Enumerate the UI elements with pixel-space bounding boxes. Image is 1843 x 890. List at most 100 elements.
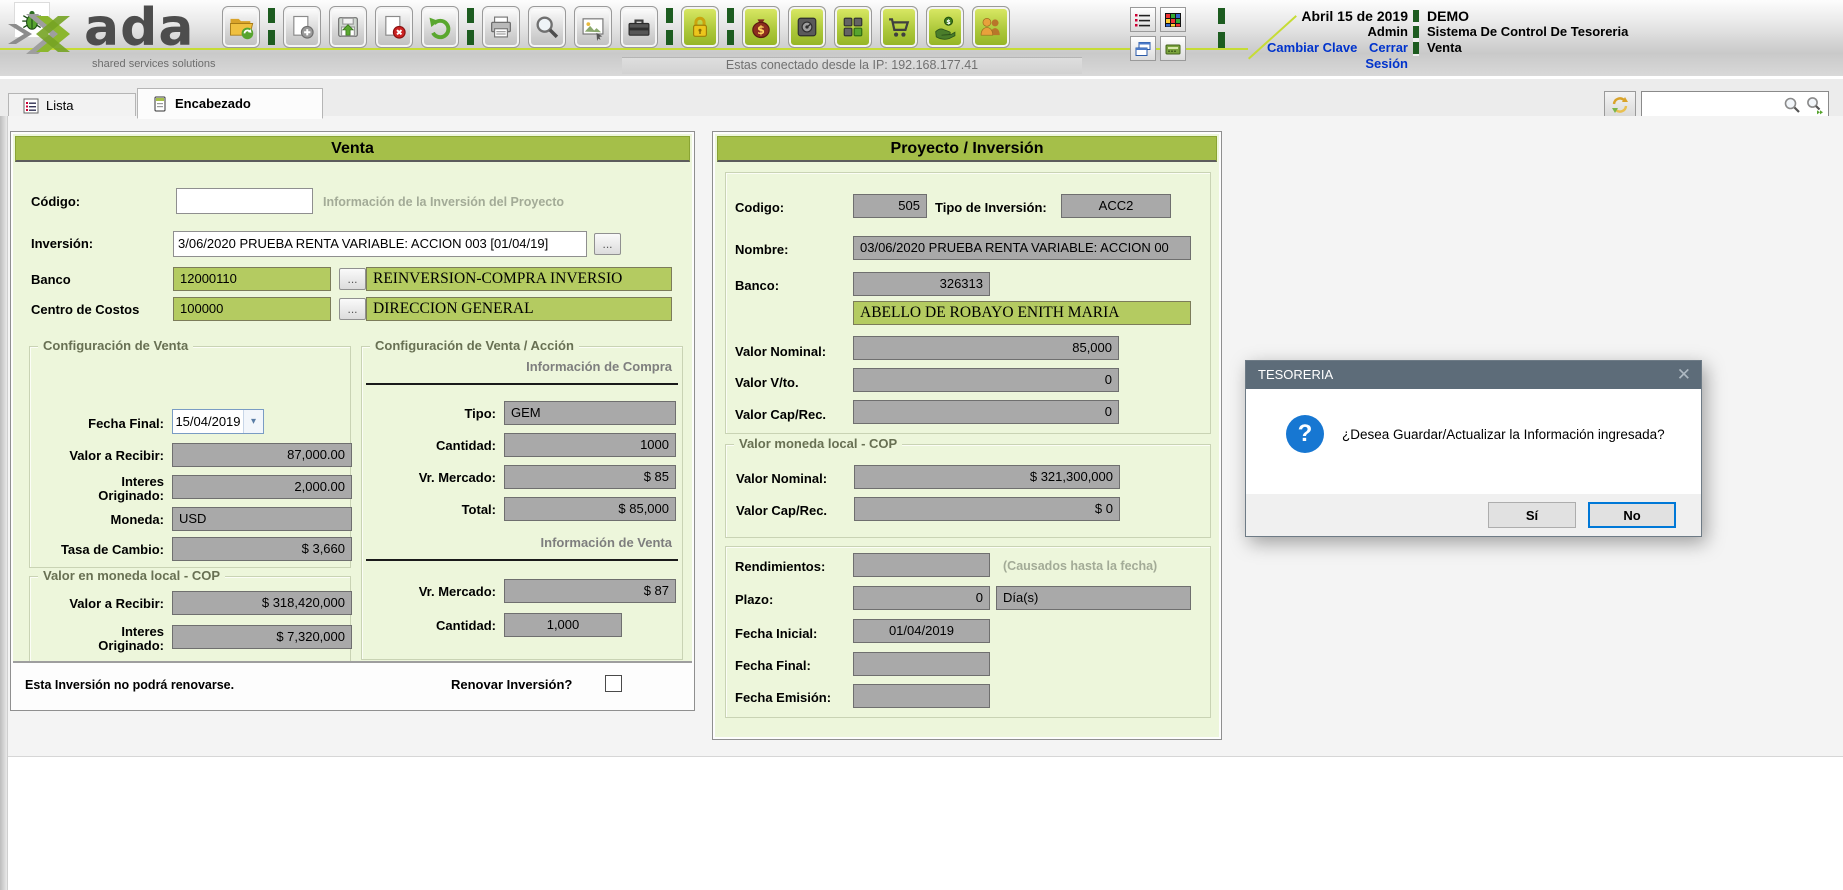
- no-button[interactable]: No: [1588, 502, 1676, 528]
- moneda-label: Moneda:: [32, 513, 164, 527]
- open-folder-button[interactable]: [222, 6, 260, 48]
- plazo-unit-field: Día(s): [996, 586, 1191, 610]
- valor-caprec-label: Valor Cap/Rec.: [735, 407, 826, 422]
- vr-mercado-compra-field: $ 85: [504, 465, 676, 489]
- left-edge-strip: [0, 116, 8, 890]
- search-icon[interactable]: [1782, 95, 1802, 115]
- inversion-input[interactable]: 3/06/2020 PRUEBA RENTA VARIABLE: ACCION …: [173, 231, 587, 257]
- centro-costos-label: Centro de Costos: [31, 302, 139, 317]
- print-button[interactable]: [482, 6, 520, 48]
- proyecto-nombre-field: 03/06/2020 PRUEBA RENTA VARIABLE: ACCION…: [853, 236, 1191, 260]
- valor-nominal-label: Valor Nominal:: [735, 344, 826, 359]
- users-icon: [977, 13, 1005, 41]
- info-venta-rule: [366, 559, 678, 561]
- search-zone: [1604, 91, 1829, 119]
- module-name: Venta: [1427, 40, 1628, 56]
- yes-button[interactable]: Sí: [1488, 502, 1576, 528]
- logout-link[interactable]: Cerrar Sesión: [1365, 40, 1408, 71]
- change-password-link[interactable]: Cambiar Clave: [1267, 40, 1357, 55]
- tab-encabezado[interactable]: Encabezado: [137, 88, 323, 119]
- vr-mercado-compra-label: Vr. Mercado:: [364, 471, 496, 485]
- cantidad-venta-label: Cantidad:: [364, 619, 496, 633]
- proyecto-banco-nombre-field: ABELLO DE ROBAYO ENITH MARIA: [853, 301, 1191, 325]
- centro-costos-browse-button[interactable]: ...: [339, 298, 366, 320]
- interes-originado-label: Interes Originado:: [70, 475, 164, 503]
- interes-cop-field: $ 7,320,000: [172, 625, 352, 649]
- tools-button[interactable]: [620, 6, 658, 48]
- fecha-final-combo[interactable]: 15/04/2019 ▾: [172, 409, 264, 434]
- venta-panel-title: Venta: [15, 136, 690, 162]
- export-image-button[interactable]: [574, 6, 612, 48]
- proyecto-panel-title: Proyecto / Inversión: [717, 136, 1217, 162]
- cart-icon: [885, 13, 913, 41]
- report-lines-icon: [1134, 12, 1152, 28]
- color-grid-icon: [1164, 12, 1182, 28]
- document-icon: [152, 96, 168, 112]
- cascade-windows-icon: [1134, 41, 1152, 57]
- tab-lista-label: Lista: [46, 98, 73, 113]
- cantidad-compra-field: 1000: [504, 433, 676, 457]
- session-info: Abril 15 de 2019 Admin Cambiar Clave Cer…: [1230, 8, 1408, 72]
- search-button[interactable]: [528, 6, 566, 48]
- inversion-browse-button[interactable]: ...: [594, 233, 621, 255]
- cash-register-icon: [1164, 41, 1182, 57]
- svg-text:$: $: [757, 24, 765, 37]
- tab-lista[interactable]: Lista: [8, 93, 136, 118]
- cantidad-compra-label: Cantidad:: [364, 439, 496, 453]
- search-icon: [533, 13, 561, 41]
- header-separator: [1413, 10, 1419, 56]
- list-icon: [23, 98, 39, 114]
- system-name: Sistema De Control De Tesoreria: [1427, 24, 1628, 40]
- report-lines-button[interactable]: [1130, 7, 1156, 32]
- config-accion-title: Configuración de Venta / Acción: [370, 338, 579, 353]
- dialog-title: TESORERIA: [1246, 361, 1701, 389]
- fecha-final-label: Fecha Final:: [32, 417, 164, 431]
- proyecto-moneda-local-title: Valor moneda local - COP: [734, 436, 902, 451]
- tipo-inversion-field: ACC2: [1061, 194, 1171, 218]
- tipo-label: Tipo:: [364, 407, 496, 421]
- search-next-icon[interactable]: [1805, 95, 1825, 115]
- refresh-button[interactable]: [1604, 91, 1636, 119]
- search-input[interactable]: [1642, 93, 1782, 117]
- toolbar-separator: [268, 8, 275, 48]
- cascade-windows-button[interactable]: [1130, 36, 1156, 61]
- proyecto-panel: Proyecto / Inversión Codigo: 505 Tipo de…: [712, 131, 1222, 740]
- centro-costos-name-field: DIRECCION GENERAL: [366, 297, 672, 321]
- new-record-button[interactable]: [283, 6, 321, 48]
- tab-encabezado-label: Encabezado: [175, 96, 251, 111]
- delete-button[interactable]: [375, 6, 413, 48]
- undo-button[interactable]: [421, 6, 459, 48]
- vault-button[interactable]: [788, 6, 826, 48]
- venta-panel: Venta Código: Información de la Inversió…: [10, 131, 695, 711]
- centro-costos-input[interactable]: 100000: [173, 297, 331, 321]
- renovar-checkbox[interactable]: [605, 675, 622, 692]
- lock-button[interactable]: [681, 6, 719, 48]
- codigo-input[interactable]: [176, 188, 313, 214]
- cash-register-button[interactable]: [1160, 36, 1186, 61]
- payments-button[interactable]: $: [926, 6, 964, 48]
- interes-originado-field: 2,000.00: [172, 475, 352, 499]
- toolbar-separator: [727, 8, 734, 48]
- save-button[interactable]: [329, 6, 367, 48]
- codigo-hint: Información de la Inversión del Proyecto: [323, 195, 564, 209]
- fecha-inicial-field: 01/04/2019: [853, 619, 990, 643]
- modules-icon: [839, 13, 867, 41]
- close-icon[interactable]: ✕: [1677, 361, 1691, 389]
- toolbar-buttons: $$: [222, 6, 1010, 48]
- users-button[interactable]: [972, 6, 1010, 48]
- proyecto-moneda-local-group: Valor moneda local - COP Valor Nominal: …: [725, 444, 1211, 538]
- company-name: DEMO: [1427, 8, 1628, 24]
- renovar-label: Renovar Inversión?: [451, 677, 572, 692]
- export-image-icon: [579, 13, 607, 41]
- config-accion-group: Configuración de Venta / Acción Informac…: [361, 346, 683, 660]
- color-grid-button[interactable]: [1160, 7, 1186, 32]
- modules-button[interactable]: [834, 6, 872, 48]
- banco-code-input[interactable]: 12000110: [173, 267, 331, 291]
- proyecto-fecha-final-field: [853, 652, 990, 676]
- banco-browse-button[interactable]: ...: [339, 268, 366, 290]
- delete-icon: [380, 13, 408, 41]
- cart-button[interactable]: [880, 6, 918, 48]
- rendimientos-field: [853, 553, 990, 577]
- money-button[interactable]: $: [742, 6, 780, 48]
- fecha-inicial-label: Fecha Inicial:: [735, 626, 817, 641]
